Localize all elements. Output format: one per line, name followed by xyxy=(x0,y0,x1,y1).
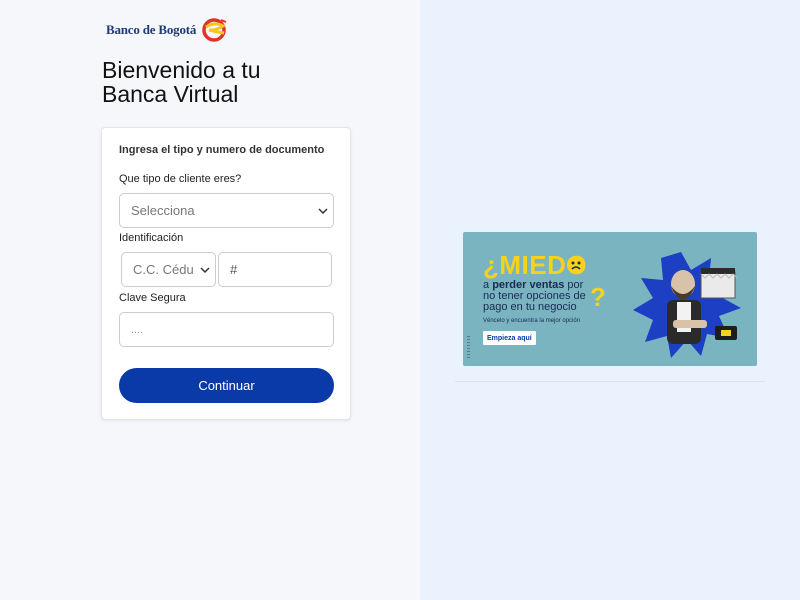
banner-copy-line-3: pago en tu negocio xyxy=(483,301,577,313)
promo-divider xyxy=(455,381,765,382)
password-value: .... xyxy=(131,323,144,336)
banner-question-mark: ? xyxy=(590,282,606,312)
bank-logo-text: Banco de Bogotá xyxy=(106,22,197,37)
banner-copy: a perder ventas por no tener opciones de… xyxy=(483,280,603,313)
chevron-down-icon xyxy=(318,207,328,214)
scared-face-icon xyxy=(567,256,585,274)
client-type-select[interactable]: Selecciona xyxy=(119,193,334,228)
password-input[interactable]: .... xyxy=(119,312,334,347)
merchant-illustration xyxy=(633,252,741,358)
client-type-label: Que tipo de cliente eres? xyxy=(119,173,242,185)
client-type-value: Selecciona xyxy=(131,203,195,218)
welcome-line-2: Banca Virtual xyxy=(102,81,239,107)
banner-cta-button[interactable]: Empieza aquí xyxy=(483,331,536,345)
password-label: Clave Segura xyxy=(119,292,186,304)
continue-button[interactable]: Continuar xyxy=(119,368,334,403)
banner-subtext: Véncelo y encuentra la mejor opción xyxy=(483,318,581,324)
form-title: Ingresa el tipo y numero de documento xyxy=(119,144,325,156)
document-type-select[interactable]: C.C. Cédu xyxy=(121,252,216,287)
identification-label: Identificación xyxy=(119,232,184,244)
login-card: Ingresa el tipo y numero de documento Qu… xyxy=(101,127,351,420)
document-type-value: C.C. Cédu xyxy=(133,262,194,277)
document-number-input[interactable]: # xyxy=(218,252,332,287)
welcome-line-1: Bienvenido a tu xyxy=(102,57,261,83)
page-title: Bienvenido a tu Banca Virtual xyxy=(102,58,261,106)
bank-logo[interactable]: Banco de Bogotá xyxy=(106,18,229,42)
promo-banner[interactable]: ¿MIEDO a perder ventas por no tener opci… xyxy=(463,232,757,366)
chevron-down-icon xyxy=(200,266,210,273)
banner-vertical-fineprint xyxy=(467,336,470,358)
document-number-placeholder: # xyxy=(230,262,238,277)
bank-logo-icon xyxy=(202,18,227,42)
